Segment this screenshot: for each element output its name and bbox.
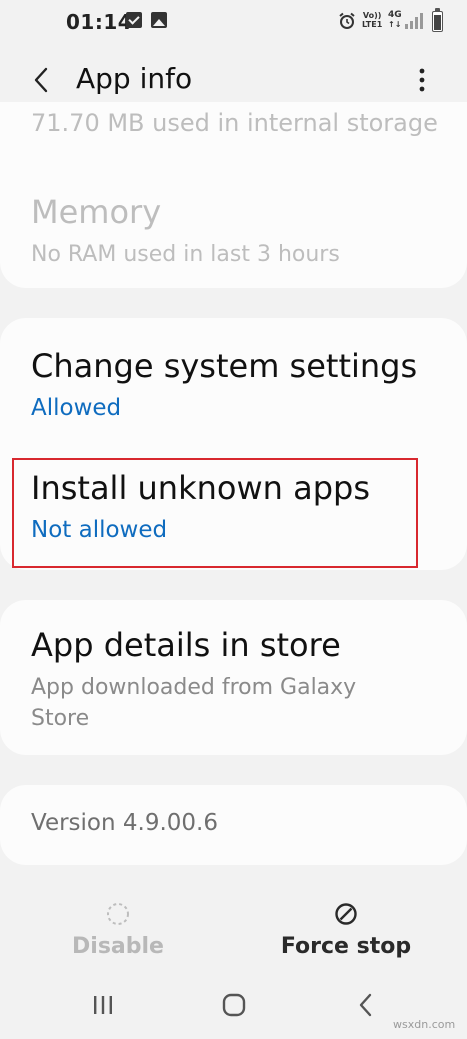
nav-back-icon [359, 993, 372, 1017]
home-button[interactable] [214, 988, 254, 1022]
memory-subtitle: No RAM used in last 3 hours [31, 242, 340, 267]
back-arrow-icon [34, 67, 48, 93]
4g-icon: 4G ↑↓ [388, 10, 402, 30]
storage-usage-text[interactable]: 71.70 MB used in internal storage [31, 108, 438, 138]
home-icon [222, 993, 246, 1017]
disable-label: Disable [72, 934, 164, 959]
app-details-store-title: App details in store [31, 626, 341, 664]
disable-icon [107, 903, 129, 925]
alarm-icon [338, 12, 356, 34]
more-vert-icon [419, 68, 425, 92]
change-system-settings-title: Change system settings [31, 347, 418, 385]
status-time: 01:14 [66, 10, 133, 34]
more-options-button[interactable] [404, 60, 440, 100]
version-card: Version 4.9.00.6 [0, 785, 467, 865]
recents-icon [94, 996, 112, 1014]
memory-title: Memory [31, 193, 162, 231]
recents-button[interactable] [83, 988, 123, 1022]
watermark: wsxdn.com [393, 1018, 456, 1031]
bottom-action-bar: Disable Force stop [0, 890, 467, 970]
volte-label-bottom: LTE1 [362, 20, 383, 29]
app-bar: App info [0, 50, 467, 110]
force-stop-icon [335, 903, 357, 925]
back-button[interactable] [22, 60, 62, 100]
version-text: Version 4.9.00.6 [31, 810, 218, 836]
volte-label-top: Vo)) [362, 11, 382, 20]
battery-icon [432, 8, 443, 32]
signal-icon [404, 12, 424, 34]
storage-memory-card: 71.70 MB used in internal storage Memory… [0, 102, 467, 288]
change-system-settings-status: Allowed [31, 395, 122, 421]
volte-icon: Vo)) LTE1 [362, 11, 382, 29]
change-system-settings-item[interactable]: Change system settings Allowed [0, 318, 467, 444]
network-type-label: 4G [388, 10, 402, 20]
highlight-annotation-box [12, 458, 418, 568]
check-icon [126, 12, 142, 28]
nav-back-button[interactable] [346, 988, 386, 1022]
status-bar: 01:14 Vo)) LTE1 4G ↑↓ [0, 0, 467, 46]
app-details-store-card[interactable]: App details in store App downloaded from… [0, 600, 467, 755]
force-stop-label: Force stop [280, 934, 412, 959]
image-icon [151, 12, 167, 28]
app-details-store-subtitle: App downloaded from Galaxy Store [31, 675, 357, 731]
permissions-card: Change system settings Allowed Install u… [0, 318, 467, 570]
disable-button[interactable]: Disable [18, 890, 218, 970]
page-title: App info [76, 62, 193, 95]
force-stop-button[interactable]: Force stop [246, 890, 446, 970]
